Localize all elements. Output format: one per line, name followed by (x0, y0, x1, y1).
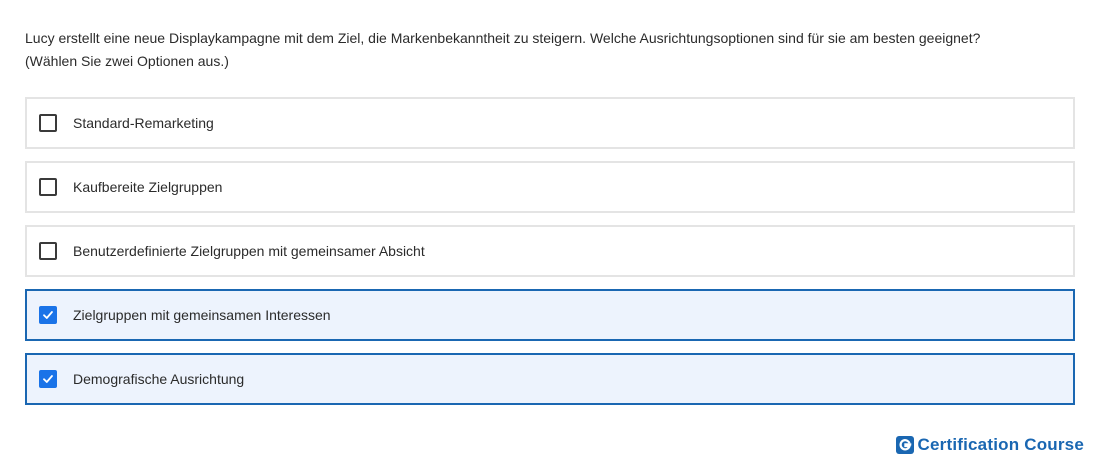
question-instruction: (Wählen Sie zwei Optionen aus.) (25, 53, 229, 69)
option-label: Kaufbereite Zielgruppen (73, 179, 223, 195)
option-kaufbereite-zielgruppen[interactable]: Kaufbereite Zielgruppen (25, 161, 1075, 213)
checkmark-icon (43, 375, 53, 383)
g-letter-icon (899, 439, 911, 451)
option-label: Demografische Ausrichtung (73, 371, 245, 387)
checkmark-icon (43, 311, 53, 319)
checkbox[interactable] (39, 370, 57, 388)
checkbox[interactable] (39, 178, 57, 196)
checkbox[interactable] (39, 114, 57, 132)
option-gemeinsame-interessen[interactable]: Zielgruppen mit gemeinsamen Interessen (25, 289, 1075, 341)
checkbox[interactable] (39, 306, 57, 324)
option-label: Benutzerdefinierte Zielgruppen mit gemei… (73, 243, 425, 259)
option-label: Standard-Remarketing (73, 115, 214, 131)
g-logo-icon (895, 436, 914, 454)
option-label: Zielgruppen mit gemeinsamen Interessen (73, 307, 331, 323)
brand-name: Certification Course (917, 435, 1084, 454)
option-standard-remarketing[interactable]: Standard-Remarketing (25, 97, 1075, 149)
checkbox[interactable] (39, 242, 57, 260)
option-benutzerdefinierte-zielgruppen[interactable]: Benutzerdefinierte Zielgruppen mit gemei… (25, 225, 1075, 277)
brand-logo: Certification Course (895, 435, 1084, 455)
options-list: Standard-Remarketing Kaufbereite Zielgru… (25, 97, 1075, 417)
option-demografische-ausrichtung[interactable]: Demografische Ausrichtung (25, 353, 1075, 405)
question-text: Lucy erstellt eine neue Displaykampagne … (25, 27, 1075, 73)
question-line-1: Lucy erstellt eine neue Displaykampagne … (25, 30, 981, 46)
